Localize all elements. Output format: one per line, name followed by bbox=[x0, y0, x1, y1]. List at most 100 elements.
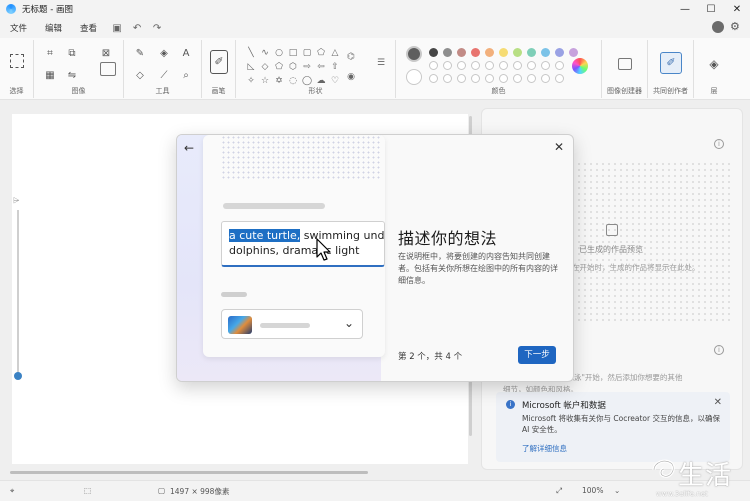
vertical-zoom-slider[interactable] bbox=[17, 210, 19, 375]
remove-background-icon[interactable]: ⊠ bbox=[100, 48, 112, 60]
text-icon[interactable]: A bbox=[180, 48, 192, 60]
rectangle-shape-icon[interactable]: □ bbox=[288, 48, 298, 58]
crop-icon[interactable]: ⌗ bbox=[44, 48, 56, 60]
secondary-color-swatch[interactable] bbox=[406, 69, 422, 85]
custom-color-swatch[interactable] bbox=[485, 61, 494, 70]
info-icon[interactable]: i bbox=[714, 139, 724, 149]
next-button[interactable]: 下一步 bbox=[518, 346, 556, 364]
menu-edit[interactable]: 编辑 bbox=[45, 22, 62, 34]
color-swatch[interactable] bbox=[499, 48, 508, 57]
star5-shape-icon[interactable]: ☆ bbox=[260, 76, 270, 86]
custom-color-swatch[interactable] bbox=[555, 61, 564, 70]
zoom-level[interactable]: 100% bbox=[582, 486, 603, 495]
rounded-rect-shape-icon[interactable]: ▢ bbox=[302, 48, 312, 58]
custom-color-swatch[interactable] bbox=[429, 61, 438, 70]
color-swatch[interactable] bbox=[513, 48, 522, 57]
custom-color-swatch[interactable] bbox=[499, 61, 508, 70]
image-icon[interactable] bbox=[100, 62, 116, 76]
menu-file[interactable]: 文件 bbox=[10, 22, 27, 34]
star4-shape-icon[interactable]: ✧ bbox=[246, 76, 256, 86]
layers-icon[interactable]: ◈ bbox=[708, 58, 720, 70]
close-icon[interactable]: ✕ bbox=[554, 140, 564, 154]
arrow-right-shape-icon[interactable]: ⇨ bbox=[302, 62, 312, 72]
custom-color-swatch[interactable] bbox=[527, 74, 536, 83]
info-icon[interactable]: i bbox=[714, 345, 724, 355]
close-window-button[interactable]: ✕ bbox=[724, 0, 750, 18]
eraser-icon[interactable]: ◇ bbox=[134, 70, 146, 82]
custom-color-swatch[interactable] bbox=[457, 61, 466, 70]
settings-gear-icon[interactable]: ⚙ bbox=[730, 21, 742, 33]
triangle-shape-icon[interactable]: △ bbox=[330, 48, 340, 58]
custom-color-swatch[interactable] bbox=[499, 74, 508, 83]
color-swatch[interactable] bbox=[527, 48, 536, 57]
color-swatch[interactable] bbox=[443, 48, 452, 57]
back-arrow-icon[interactable]: ← bbox=[184, 141, 194, 155]
cocreator-tutorial-dialog: ← a cute turtle, swimming under the dolp… bbox=[176, 134, 574, 382]
custom-color-swatch[interactable] bbox=[541, 61, 550, 70]
edit-colors-icon[interactable] bbox=[572, 58, 588, 74]
select-rectangle-icon[interactable] bbox=[10, 54, 24, 68]
maximize-button[interactable]: ☐ bbox=[698, 0, 724, 18]
arrow-up-shape-icon[interactable]: ⇧ bbox=[330, 62, 340, 72]
custom-color-swatch[interactable] bbox=[443, 74, 452, 83]
custom-color-swatch[interactable] bbox=[527, 61, 536, 70]
brush-icon[interactable]: ✐ bbox=[210, 50, 228, 74]
learn-more-link[interactable]: 了解详细信息 bbox=[522, 443, 567, 454]
redo-icon[interactable]: ↷ bbox=[149, 20, 165, 36]
color-picker-icon[interactable]: ⟋ bbox=[158, 70, 170, 82]
curve-shape-icon[interactable]: ∿ bbox=[260, 48, 270, 58]
polygon-shape-icon[interactable]: ⬠ bbox=[316, 48, 326, 58]
custom-color-swatch[interactable] bbox=[457, 74, 466, 83]
rotate-icon[interactable]: ▦ bbox=[44, 70, 56, 82]
horizontal-scrollbar[interactable] bbox=[10, 471, 368, 474]
primary-color-swatch[interactable] bbox=[406, 46, 422, 62]
right-triangle-shape-icon[interactable]: ◺ bbox=[246, 62, 256, 72]
color-swatch[interactable] bbox=[569, 48, 578, 57]
stroke-size-icon[interactable]: ☰ bbox=[374, 58, 388, 68]
magnifier-icon[interactable]: ⌕ bbox=[180, 70, 192, 82]
vertical-zoom-slider-thumb[interactable] bbox=[14, 372, 22, 380]
custom-color-swatch[interactable] bbox=[513, 74, 522, 83]
fill-icon[interactable]: ◈ bbox=[158, 48, 170, 60]
undo-icon[interactable]: ↶ bbox=[129, 20, 145, 36]
account-icon[interactable] bbox=[712, 21, 724, 33]
pentagon-shape-icon[interactable]: ⬠ bbox=[274, 62, 284, 72]
hexagon-shape-icon[interactable]: ⬡ bbox=[288, 62, 298, 72]
menu-view[interactable]: 查看 bbox=[80, 22, 97, 34]
cocreator-icon[interactable]: ✐ bbox=[660, 52, 682, 74]
custom-color-swatch[interactable] bbox=[555, 74, 564, 83]
custom-color-swatch[interactable] bbox=[443, 61, 452, 70]
fit-to-window-icon[interactable]: ⤢ bbox=[556, 486, 562, 496]
save-icon[interactable]: ▣ bbox=[109, 20, 125, 36]
custom-color-swatch[interactable] bbox=[513, 61, 522, 70]
diamond-shape-icon[interactable]: ◇ bbox=[260, 62, 270, 72]
flip-icon[interactable]: ⇋ bbox=[66, 70, 78, 82]
color-swatch[interactable] bbox=[457, 48, 466, 57]
arrow-left-shape-icon[interactable]: ⇦ bbox=[316, 62, 326, 72]
custom-color-swatch[interactable] bbox=[485, 74, 494, 83]
color-swatch[interactable] bbox=[555, 48, 564, 57]
custom-color-swatch[interactable] bbox=[429, 74, 438, 83]
color-swatch[interactable] bbox=[541, 48, 550, 57]
line-shape-icon[interactable]: ╲ bbox=[246, 48, 256, 58]
oval-shape-icon[interactable]: ○ bbox=[274, 48, 284, 58]
heart-shape-icon[interactable]: ♡ bbox=[330, 76, 340, 86]
callout-shape-icon[interactable]: ◌ bbox=[288, 76, 298, 86]
pencil-icon[interactable]: ✎ bbox=[134, 48, 146, 60]
minimize-button[interactable]: — bbox=[672, 0, 698, 18]
cloud-shape-icon[interactable]: ☁ bbox=[316, 76, 326, 86]
chevron-down-icon[interactable]: ⌄ bbox=[614, 486, 620, 495]
custom-color-swatch[interactable] bbox=[471, 61, 480, 70]
speech-shape-icon[interactable]: ◯ bbox=[302, 76, 312, 86]
outline-icon[interactable]: ⌬ bbox=[346, 52, 356, 62]
resize-icon[interactable]: ⧉ bbox=[66, 48, 78, 60]
custom-color-swatch[interactable] bbox=[471, 74, 480, 83]
color-swatch[interactable] bbox=[429, 48, 438, 57]
fill-shape-icon[interactable]: ◉ bbox=[346, 72, 356, 82]
close-icon[interactable]: ✕ bbox=[714, 397, 722, 408]
custom-color-swatch[interactable] bbox=[541, 74, 550, 83]
color-swatch[interactable] bbox=[485, 48, 494, 57]
image-creator-icon[interactable] bbox=[618, 58, 632, 70]
color-swatch[interactable] bbox=[471, 48, 480, 57]
star6-shape-icon[interactable]: ✡ bbox=[274, 76, 284, 86]
